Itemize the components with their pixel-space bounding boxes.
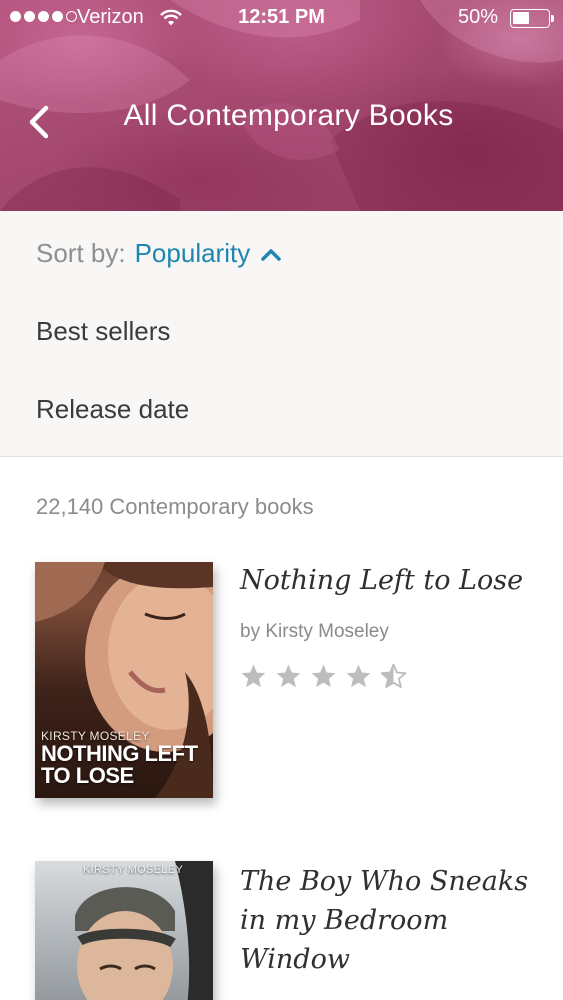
star-filled-icon — [311, 664, 336, 688]
results-count: 22,140 Contemporary books — [36, 494, 314, 519]
sort-panel: Sort by: Popularity Best sellers Release… — [0, 211, 563, 457]
sort-dropdown[interactable]: Sort by: Popularity — [36, 238, 282, 269]
sort-option-best-sellers[interactable]: Best sellers — [36, 316, 170, 347]
star-rating — [240, 663, 407, 689]
chevron-up-icon[interactable] — [260, 247, 282, 263]
sort-label: Sort by: — [36, 238, 126, 268]
book-title[interactable]: Nothing Left to Lose — [240, 561, 540, 600]
book-cover-1[interactable]: KIRSTY MOSELEY NOTHING LEFT TO LOSE — [35, 562, 213, 798]
status-bar: Verizon 12:51 PM 50% — [0, 0, 563, 38]
cover-title: NOTHING LEFT TO LOSE — [41, 741, 198, 788]
book-title[interactable]: The Boy Who Sneaks in my Bedroom Window — [240, 862, 540, 979]
battery-percent: 50% — [458, 6, 499, 28]
page-title: All Contemporary Books — [123, 99, 454, 132]
star-filled-icon — [346, 664, 371, 688]
star-filled-icon — [276, 664, 301, 688]
star-filled-icon — [241, 664, 266, 688]
book-author: by Kirsty Moseley — [240, 621, 389, 642]
sort-option-release-date[interactable]: Release date — [36, 394, 189, 425]
sort-selected-value[interactable]: Popularity — [135, 238, 251, 269]
book-cover-2[interactable]: KIRSTY MOSELEY — [35, 861, 213, 1000]
star-half-icon — [380, 663, 407, 689]
cover-artwork — [75, 861, 213, 1000]
header-banner: Verizon 12:51 PM 50% All Contemporary Bo… — [0, 0, 563, 211]
battery-icon — [510, 9, 554, 28]
cover-author: KIRSTY MOSELEY — [83, 864, 183, 876]
